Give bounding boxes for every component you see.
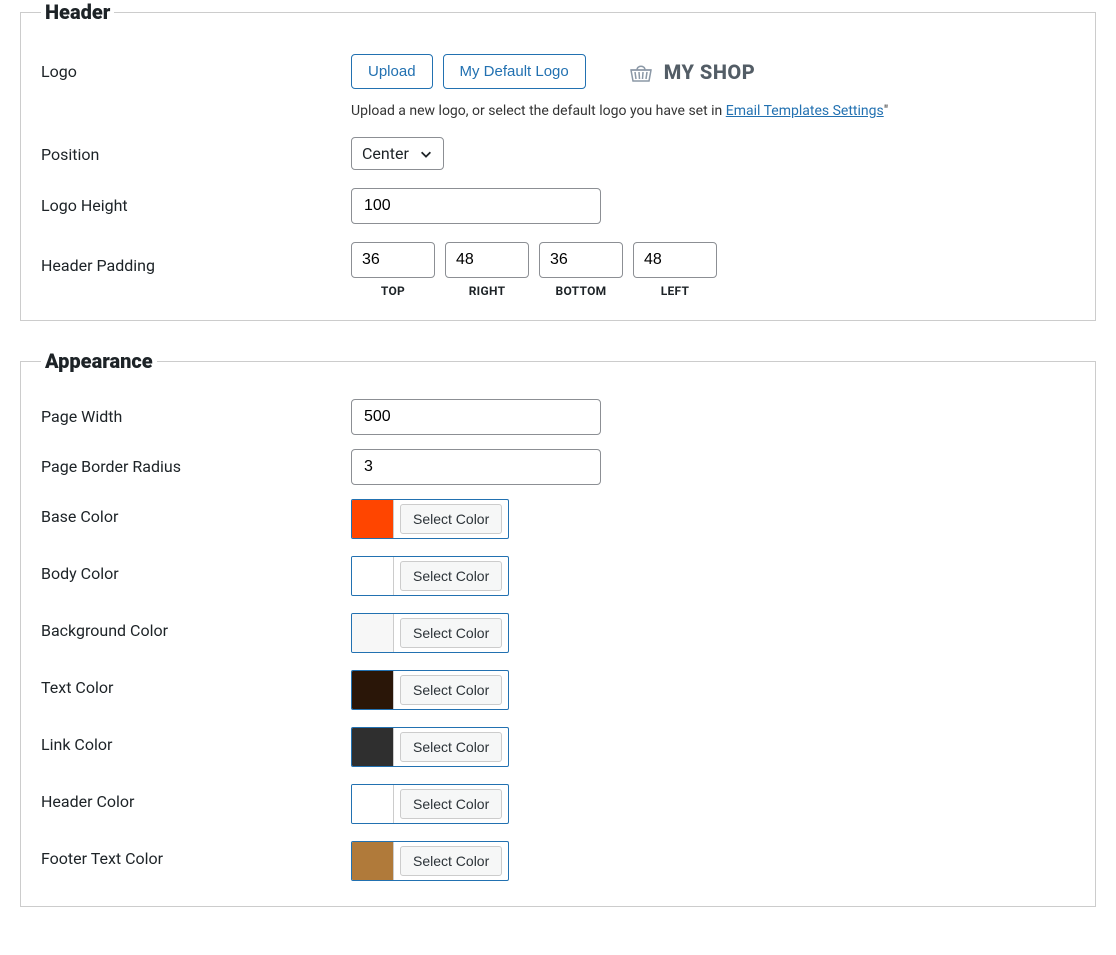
logo-height-label: Logo Height bbox=[41, 188, 351, 215]
body-select-color-button[interactable]: Select Color bbox=[400, 561, 502, 591]
link-color-swatch[interactable] bbox=[352, 728, 394, 766]
header-padding-row: Header Padding TOP RIGHT BOTTOM LEFT bbox=[41, 242, 1075, 298]
body-color-picker[interactable]: Select Color bbox=[351, 556, 509, 596]
background-color-swatch[interactable] bbox=[352, 614, 394, 652]
body-color-label: Body Color bbox=[41, 556, 351, 583]
padding-left-label: LEFT bbox=[633, 284, 717, 298]
logo-height-input[interactable] bbox=[351, 188, 601, 224]
email-templates-settings-link[interactable]: Email Templates Settings bbox=[726, 103, 884, 119]
padding-bottom-input[interactable] bbox=[539, 242, 623, 278]
logo-help-text: Upload a new logo, or select the default… bbox=[351, 103, 1075, 119]
header-fieldset: Header Logo Upload My Default Logo MY SH… bbox=[20, 0, 1096, 321]
link-color-picker[interactable]: Select Color bbox=[351, 727, 509, 767]
logo-row: Logo Upload My Default Logo MY SHOP Uplo… bbox=[41, 54, 1075, 119]
header-legend: Header bbox=[41, 0, 114, 24]
position-label: Position bbox=[41, 137, 351, 164]
footer_text-color-swatch[interactable] bbox=[352, 842, 394, 880]
position-value: Center bbox=[362, 144, 409, 163]
page-width-row: Page Width bbox=[41, 399, 1075, 435]
header-padding-label: Header Padding bbox=[41, 242, 351, 275]
footer_text-select-color-button[interactable]: Select Color bbox=[400, 846, 502, 876]
header-color-row: Header Color Select Color bbox=[41, 784, 1075, 827]
link-select-color-button[interactable]: Select Color bbox=[400, 732, 502, 762]
padding-right-input[interactable] bbox=[445, 242, 529, 278]
text-color-picker[interactable]: Select Color bbox=[351, 670, 509, 710]
header-color-picker[interactable]: Select Color bbox=[351, 784, 509, 824]
text-color-label: Text Color bbox=[41, 670, 351, 697]
link-color-label: Link Color bbox=[41, 727, 351, 754]
footer_text-color-picker[interactable]: Select Color bbox=[351, 841, 509, 881]
upload-button[interactable]: Upload bbox=[351, 54, 433, 89]
appearance-fieldset: Appearance Page Width Page Border Radius… bbox=[20, 349, 1096, 907]
footer_text-color-row: Footer Text Color Select Color bbox=[41, 841, 1075, 884]
my-default-logo-button[interactable]: My Default Logo bbox=[443, 54, 586, 89]
page-border-radius-row: Page Border Radius bbox=[41, 449, 1075, 485]
base-color-row: Base Color Select Color bbox=[41, 499, 1075, 542]
background-color-label: Background Color bbox=[41, 613, 351, 640]
header-color-label: Header Color bbox=[41, 784, 351, 811]
text-color-row: Text Color Select Color bbox=[41, 670, 1075, 713]
page-width-label: Page Width bbox=[41, 399, 351, 426]
text-color-swatch[interactable] bbox=[352, 671, 394, 709]
logo-label: Logo bbox=[41, 54, 351, 81]
chevron-down-icon bbox=[419, 147, 433, 161]
background-color-row: Background Color Select Color bbox=[41, 613, 1075, 656]
base-select-color-button[interactable]: Select Color bbox=[400, 504, 502, 534]
background-select-color-button[interactable]: Select Color bbox=[400, 618, 502, 648]
logo-height-row: Logo Height bbox=[41, 188, 1075, 224]
appearance-legend: Appearance bbox=[41, 349, 157, 373]
padding-bottom-label: BOTTOM bbox=[539, 284, 623, 298]
header-color-swatch[interactable] bbox=[352, 785, 394, 823]
text-select-color-button[interactable]: Select Color bbox=[400, 675, 502, 705]
logo-preview: MY SHOP bbox=[628, 60, 755, 84]
padding-right-label: RIGHT bbox=[445, 284, 529, 298]
body-color-swatch[interactable] bbox=[352, 557, 394, 595]
padding-top-label: TOP bbox=[351, 284, 435, 298]
page-border-radius-input[interactable] bbox=[351, 449, 601, 485]
logo-preview-text: MY SHOP bbox=[664, 60, 755, 84]
padding-left-input[interactable] bbox=[633, 242, 717, 278]
link-color-row: Link Color Select Color bbox=[41, 727, 1075, 770]
basket-icon bbox=[628, 61, 654, 83]
padding-top-input[interactable] bbox=[351, 242, 435, 278]
background-color-picker[interactable]: Select Color bbox=[351, 613, 509, 653]
body-color-row: Body Color Select Color bbox=[41, 556, 1075, 599]
page-width-input[interactable] bbox=[351, 399, 601, 435]
footer_text-color-label: Footer Text Color bbox=[41, 841, 351, 868]
header-select-color-button[interactable]: Select Color bbox=[400, 789, 502, 819]
base-color-swatch[interactable] bbox=[352, 500, 394, 538]
position-row: Position Center bbox=[41, 137, 1075, 170]
page-border-radius-label: Page Border Radius bbox=[41, 449, 351, 476]
position-select[interactable]: Center bbox=[351, 137, 444, 170]
base-color-label: Base Color bbox=[41, 499, 351, 526]
base-color-picker[interactable]: Select Color bbox=[351, 499, 509, 539]
